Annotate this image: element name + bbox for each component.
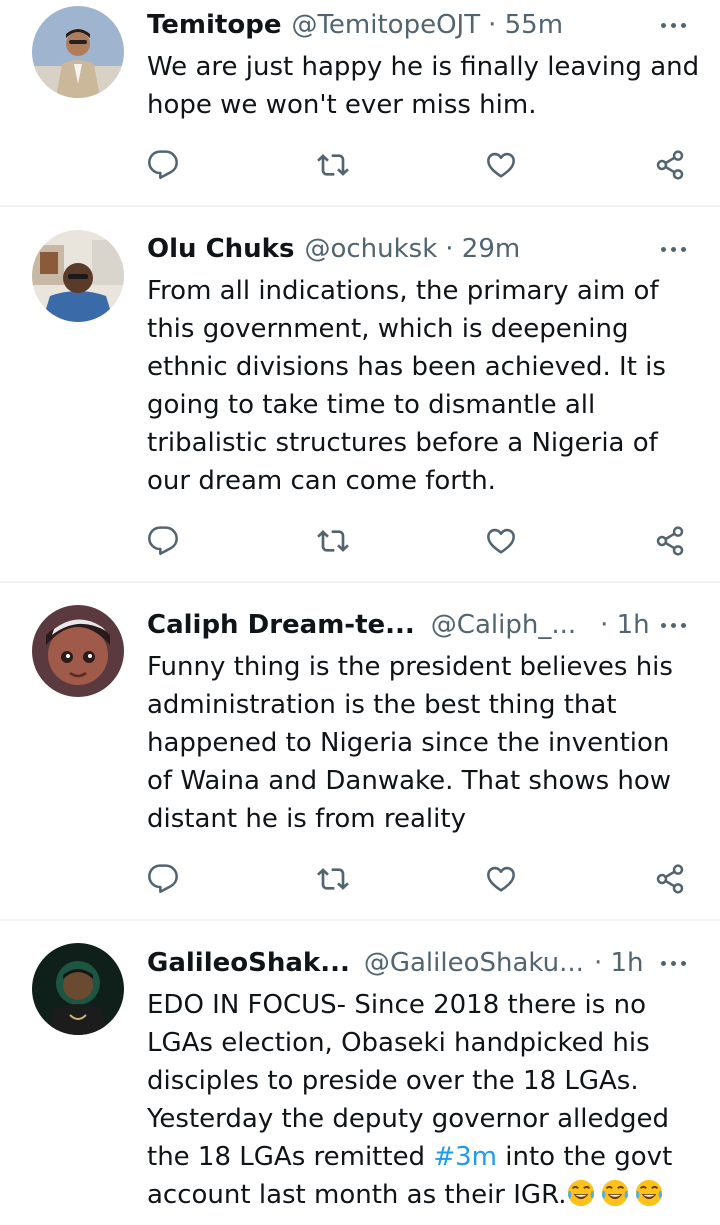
tweet-text: From all indications, the primary aim of… (147, 276, 666, 496)
author-name[interactable]: GalileoShak... (147, 948, 350, 978)
reply-icon[interactable] (143, 521, 183, 561)
more-icon[interactable] (661, 605, 686, 645)
tweet-text: We are just happy he is finally leaving … (147, 52, 700, 120)
heart-icon[interactable] (481, 859, 521, 899)
tweet-galileoshaku[interactable]: GalileoShak... @GalileoShaku... · 1h EDO… (0, 921, 720, 1225)
hashtag-link[interactable]: #3m (433, 1142, 497, 1172)
share-icon[interactable] (650, 145, 690, 185)
heart-icon[interactable] (481, 521, 521, 561)
reply-icon[interactable] (143, 145, 183, 185)
author-handle[interactable]: @Caliph_... (431, 610, 576, 640)
timestamp[interactable]: · 1h (600, 610, 650, 640)
tweet-text: Funny thing is the president believes hi… (147, 652, 673, 834)
author-name[interactable]: Temitope (147, 10, 281, 40)
author-handle[interactable]: @ochuksk (304, 234, 437, 264)
heart-icon[interactable] (481, 145, 521, 185)
share-icon[interactable] (650, 521, 690, 561)
tweet-text: EDO IN FOCUS- Since 2018 there is no LGA… (147, 986, 702, 1214)
tweet-actions (0, 521, 720, 561)
tweet-temitope[interactable]: Temitope @TemitopeOJT · 55m We are just … (0, 0, 720, 207)
avatar[interactable] (32, 943, 124, 1035)
retweet-icon[interactable] (313, 521, 353, 561)
tweet-actions (0, 145, 720, 185)
more-icon[interactable] (661, 229, 686, 269)
avatar[interactable] (32, 230, 124, 322)
author-handle[interactable]: @TemitopeOJT (291, 10, 480, 40)
tears-of-joy-emoji (568, 1179, 595, 1207)
avatar[interactable] (32, 605, 124, 697)
tweet-actions (0, 859, 720, 899)
retweet-icon[interactable] (313, 859, 353, 899)
author-name[interactable]: Olu Chuks (147, 234, 294, 264)
tears-of-joy-emoji (636, 1179, 663, 1207)
timestamp[interactable]: · 1h (594, 948, 644, 978)
timestamp[interactable]: · 29m (445, 234, 520, 264)
reply-icon[interactable] (143, 859, 183, 899)
retweet-icon[interactable] (313, 145, 353, 185)
more-icon[interactable] (661, 943, 686, 983)
tears-of-joy-emoji (602, 1179, 629, 1207)
tweet-olu-chuks[interactable]: Olu Chuks @ochuksk · 29m From all indica… (0, 207, 720, 583)
timestamp[interactable]: · 55m (488, 10, 563, 40)
avatar[interactable] (32, 6, 124, 98)
more-icon[interactable] (661, 5, 686, 45)
share-icon[interactable] (650, 859, 690, 899)
author-name[interactable]: Caliph Dream-te... (147, 610, 415, 640)
author-handle[interactable]: @GalileoShaku... (364, 948, 584, 978)
tweet-caliph[interactable]: Caliph Dream-te... @Caliph_... · 1h Funn… (0, 583, 720, 921)
